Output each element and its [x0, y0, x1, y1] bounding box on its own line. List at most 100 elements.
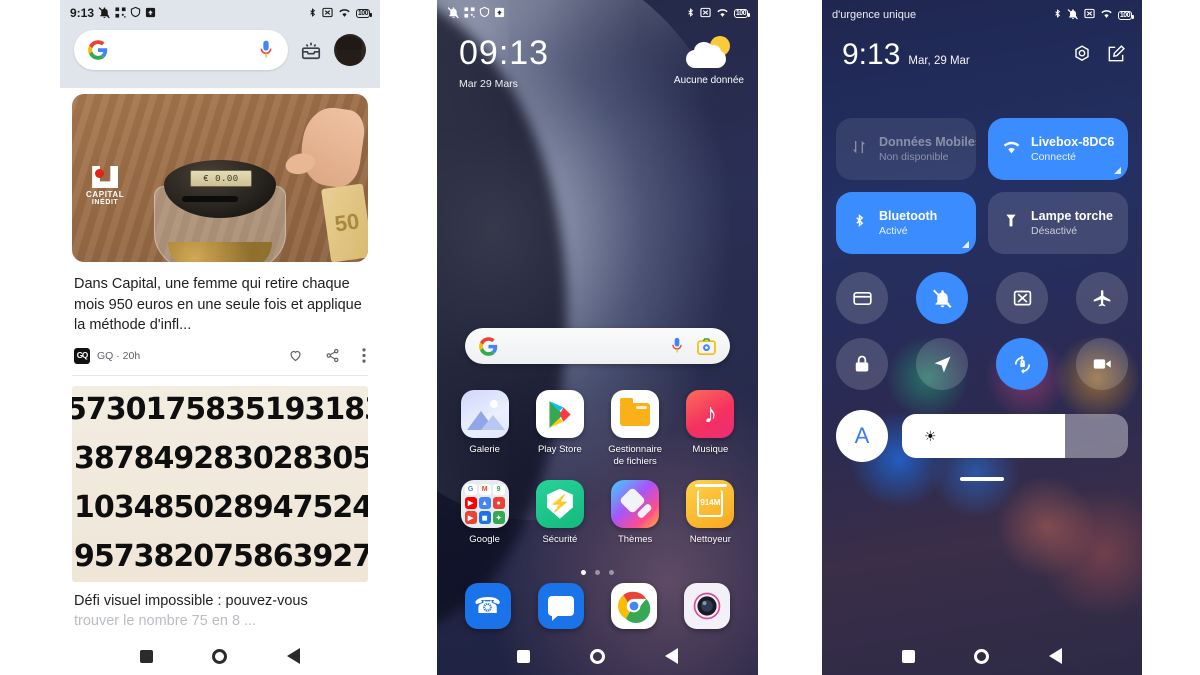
screen-record-icon[interactable] — [1076, 338, 1128, 390]
home-circle-icon[interactable] — [974, 648, 990, 664]
silent-bell-icon[interactable] — [916, 272, 968, 324]
page-dot-active[interactable] — [581, 570, 586, 575]
wallet-icon[interactable] — [836, 272, 888, 324]
recents-square-icon[interactable] — [901, 649, 915, 663]
recents-square-icon[interactable] — [139, 649, 153, 663]
discover-search-row — [60, 26, 380, 78]
music-icon: ♪ — [686, 390, 735, 438]
app-nettoyeur[interactable]: 914M Nettoyeur — [679, 479, 741, 546]
brightness-row: A ☀ — [836, 410, 1128, 462]
google-logo — [88, 40, 108, 60]
edit-icon[interactable] — [1106, 44, 1126, 64]
shield-shape: ⚡ — [546, 488, 573, 519]
tile-expand-corner[interactable] — [1114, 167, 1121, 174]
avatar[interactable] — [334, 34, 366, 66]
security-icon: ⚡ — [535, 479, 584, 528]
article-actions — [288, 348, 366, 363]
status-bar: 100 — [437, 0, 758, 26]
feed-card-2[interactable]: 5730175835193183158 38784928302830512 10… — [60, 385, 380, 632]
microphone-icon[interactable] — [670, 336, 684, 356]
google-lens-icon[interactable] — [697, 337, 716, 355]
tile-text: Lampe torche Désactivé — [1031, 209, 1113, 237]
lockscreen-clock[interactable]: 09:13 Mar 29 Mars — [459, 36, 549, 90]
app-file-manager[interactable]: Gestionnaire de fichiers — [604, 390, 666, 468]
app-securite[interactable]: ⚡ Sécurité — [529, 479, 591, 546]
quick-settings-tiles: Données Mobiles Non disponible Livebox-8… — [836, 118, 1128, 254]
mini-icon: ▶ — [464, 497, 477, 510]
app-galerie[interactable]: Galerie — [454, 390, 516, 468]
app-label: Sécurité — [542, 533, 578, 545]
microphone-icon[interactable] — [258, 39, 274, 61]
tile-expand-corner[interactable] — [962, 241, 969, 248]
auto-brightness-button[interactable]: A — [836, 410, 888, 462]
feed-card-1[interactable]: 50 € 0.00 CAPITAL INÉDIT Dans Capital, u… — [60, 94, 380, 376]
brightness-slider[interactable]: ☀ — [902, 414, 1128, 458]
like-icon[interactable] — [288, 348, 303, 363]
avatar-beard — [337, 50, 361, 66]
back-triangle-icon[interactable] — [287, 648, 301, 664]
bluetooth-icon — [308, 6, 317, 21]
clock-date: Mar, 29 Mar — [908, 55, 970, 67]
app-play-store[interactable]: Play Store — [529, 390, 591, 468]
weather-widget[interactable]: Aucune donnée — [674, 36, 744, 86]
home-circle-icon[interactable] — [212, 648, 228, 664]
share-icon[interactable] — [325, 348, 340, 363]
app-google-folder[interactable]: G M 9 ▶ ▲ ● ▶ ◼ ✦ Google — [454, 479, 516, 546]
more-icon[interactable] — [362, 348, 366, 363]
inbox-icon[interactable] — [300, 39, 322, 61]
status-bar-left: d'urgence unique — [832, 9, 916, 21]
silent-icon — [1067, 8, 1079, 23]
phone-icon[interactable]: ☎ — [464, 583, 511, 629]
home-circle-icon[interactable] — [590, 648, 605, 664]
app-label: Galerie — [469, 444, 500, 455]
no-sim-icon — [322, 7, 333, 20]
settings-gear-icon[interactable] — [1072, 44, 1092, 64]
panel-home-screen: 100 09:13 Mar 29 Mars Aucune donnée Gale… — [437, 0, 758, 675]
app-grid: Galerie Play Store Gestionnaire de fichi… — [437, 390, 758, 558]
search-input[interactable] — [74, 30, 288, 70]
article2-headline[interactable]: Défi visuel impossible : pouvez-vous tro… — [74, 591, 366, 632]
tile-bluetooth[interactable]: Bluetooth Activé — [836, 192, 976, 254]
qs-clock[interactable]: 9:13 Mar, 29 Mar — [842, 40, 970, 70]
app-label: Google — [469, 533, 500, 545]
screenshot-stage: 9:13 100 50 € 0.00 CAPITAL INÉDIT Dans C… — [0, 0, 1200, 675]
search-input[interactable] — [465, 328, 730, 364]
status-bar: d'urgence unique 100 — [822, 0, 1142, 30]
file-manager-icon — [611, 390, 660, 438]
app-musique[interactable]: ♪ Musique — [679, 390, 741, 468]
article-headline[interactable]: Dans Capital, une femme qui retire chaqu… — [74, 274, 366, 336]
back-triangle-icon[interactable] — [665, 648, 678, 664]
back-triangle-icon[interactable] — [1049, 648, 1063, 664]
chrome-icon[interactable] — [611, 583, 658, 629]
google-logo — [479, 336, 498, 356]
no-sim-icon — [1084, 8, 1095, 22]
tile-mobile-data[interactable]: Données Mobiles Non disponible — [836, 118, 976, 180]
tile-subtitle: Désactivé — [1031, 225, 1078, 237]
recents-square-icon[interactable] — [517, 649, 530, 663]
messages-icon[interactable] — [537, 583, 584, 629]
lock-icon[interactable] — [836, 338, 888, 390]
capital-brand-name: CAPITAL — [86, 190, 125, 199]
jar-coins — [168, 242, 272, 262]
auto-rotate-icon[interactable] — [996, 338, 1048, 390]
qs-tools — [1072, 44, 1126, 64]
cast-icon[interactable] — [996, 272, 1048, 324]
app-label: Play Store — [537, 444, 582, 455]
carrier-label: d'urgence unique — [832, 9, 917, 21]
gallery-sun — [489, 400, 498, 408]
navigation-bar — [60, 637, 380, 675]
jar-lcd-display: € 0.00 — [190, 170, 252, 187]
camera-icon[interactable] — [684, 583, 731, 629]
page-dot[interactable] — [595, 570, 600, 575]
location-icon[interactable] — [916, 338, 968, 390]
tile-wifi[interactable]: Livebox-8DC6 Connecté — [988, 118, 1128, 180]
capital-watermark: CAPITAL INÉDIT — [86, 166, 124, 206]
tile-flashlight[interactable]: Lampe torche Désactivé — [988, 192, 1128, 254]
airplane-icon[interactable] — [1076, 272, 1128, 324]
page-dot[interactable] — [609, 570, 614, 575]
app-label: Gestionnaire de fichiers — [608, 444, 663, 467]
drag-handle[interactable] — [960, 477, 1004, 481]
sun-icon: ☀ — [924, 427, 937, 444]
app-themes[interactable]: Thèmes — [604, 479, 666, 546]
discover-header: 9:13 100 — [60, 0, 380, 88]
